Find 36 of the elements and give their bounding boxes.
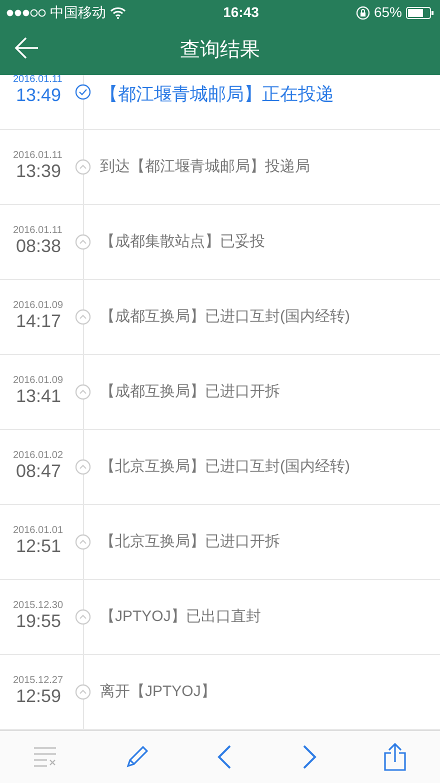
event-date: 2015.12.30 — [13, 601, 64, 612]
event-time: 19:55 — [16, 611, 62, 633]
event-date: 2016.01.11 — [13, 151, 64, 162]
event-time: 08:47 — [16, 461, 62, 483]
event-description: 【成都互换局】已进口互封(国内经转) — [99, 306, 350, 327]
event-time: 12:51 — [16, 536, 62, 558]
event-description: 【北京互换局】已进口开拆 — [99, 532, 280, 552]
wifi-icon — [110, 6, 126, 18]
event-time: 08:38 — [16, 236, 62, 258]
event-description: 【北京互换局】已进口互封(国内经转) — [99, 456, 350, 477]
event-date: 2016.01.01 — [13, 526, 64, 536]
signal-icon — [6, 8, 46, 16]
carrier-name: 中国移动 — [50, 3, 106, 22]
event-time: 13:41 — [16, 386, 62, 408]
event-date: 2016.01.11 — [13, 75, 64, 85]
event-description: 【成都集散站点】已妥投 — [99, 232, 265, 252]
event-time: 12:59 — [16, 686, 62, 708]
event-description: 离开【JPTYOJ】 — [99, 682, 216, 702]
back-button[interactable] — [14, 35, 40, 61]
event-description: 【JPTYOJ】已出口直封 — [99, 606, 261, 627]
status-time: 16:43 — [223, 3, 259, 22]
battery-percent: 65% — [374, 3, 402, 22]
event-time: 14:17 — [16, 311, 62, 333]
page-title: 查询结果 — [180, 38, 260, 63]
event-date: 2015.12.27 — [13, 676, 64, 686]
event-description: 【成都互换局】已进口开拆 — [99, 382, 280, 402]
event-date: 2016.01.09 — [13, 301, 64, 312]
rotation-lock-icon — [356, 6, 370, 20]
battery-icon — [406, 6, 434, 18]
event-description: 到达【都江堰青城邮局】投递局 — [99, 156, 310, 177]
event-date: 2016.01.02 — [13, 451, 64, 462]
event-description: 【都江堰青城邮局】正在投递 — [99, 83, 334, 106]
event-time: 13:39 — [16, 161, 62, 183]
event-date: 2016.01.09 — [13, 376, 64, 386]
event-date: 2016.01.11 — [13, 226, 64, 236]
event-time: 13:49 — [16, 85, 62, 107]
